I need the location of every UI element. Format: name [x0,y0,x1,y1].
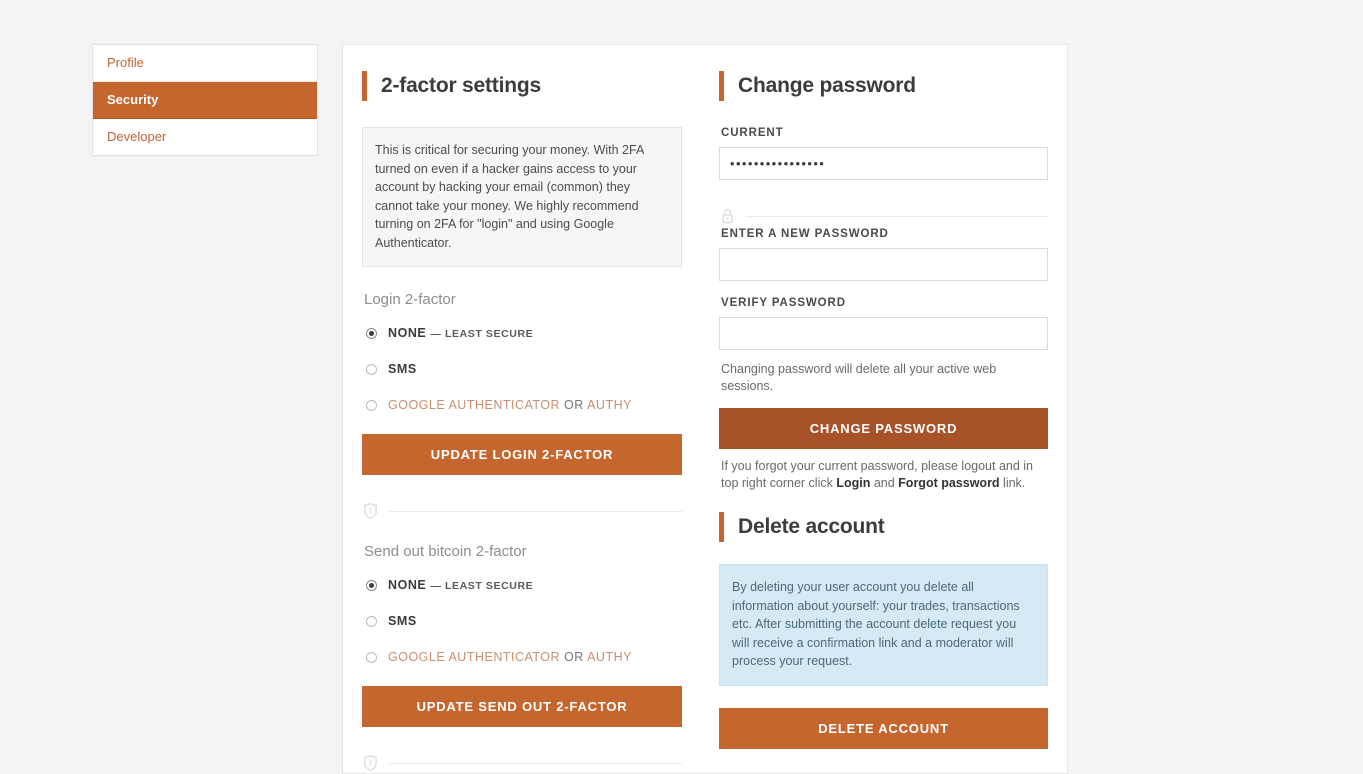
lock-icon [721,208,734,224]
two-factor-info-box: This is critical for securing your money… [362,127,683,267]
accent-bar [362,71,367,101]
new-password-label: ENTER A NEW PASSWORD [721,228,889,240]
delete-account-button[interactable]: DELETE ACCOUNT [719,707,1048,749]
sidebar-item-label: Security [107,92,159,107]
radio-label-alt: AUTHY [587,398,632,412]
footnote-text-mid: and [870,476,899,490]
login-2fa-subheading: Login 2-factor [364,291,456,308]
change-password-button[interactable]: CHANGE PASSWORD [719,408,1048,449]
radio-indicator[interactable] [366,579,377,591]
delete-account-info-box: By deleting your user account you delete… [719,564,1048,686]
divider-line [389,510,683,512]
radio-label-or: OR [564,650,584,664]
radio-label: GOOGLE AUTHENTICATOR OR AUTHY [388,650,632,664]
shield-divider [364,503,683,519]
radio-sendout-google-authenticator[interactable]: GOOGLE AUTHENTICATOR OR AUTHY [366,650,682,664]
radio-login-google-authenticator[interactable]: GOOGLE AUTHENTICATOR OR AUTHY [366,398,682,412]
radio-label: GOOGLE AUTHENTICATOR OR AUTHY [388,398,632,412]
page-root: Profile Security Developer 2-factor sett… [0,0,1363,774]
radio-indicator[interactable] [366,651,377,663]
radio-label-main: GOOGLE AUTHENTICATOR [388,398,561,412]
radio-indicator[interactable] [366,399,377,411]
radio-sendout-sms[interactable]: SMS [366,614,682,628]
radio-label-main: NONE [388,578,427,592]
verify-password-label: VERIFY PASSWORD [721,297,846,309]
radio-label-suffix: — LEAST SECURE [430,328,534,340]
divider-line [389,762,683,764]
radio-indicator[interactable] [366,363,377,375]
shield-icon [364,503,377,519]
radio-login-sms[interactable]: SMS [366,362,682,376]
sidebar-item-label: Developer [107,129,167,144]
radio-sendout-none[interactable]: NONE — LEAST SECURE [366,578,682,592]
radio-label-suffix: — LEAST SECURE [430,580,534,592]
sidebar-item-profile[interactable]: Profile [93,45,317,82]
change-password-helper: Changing password will delete all your a… [721,362,997,393]
settings-sidebar: Profile Security Developer [92,44,318,156]
login-link[interactable]: Login [836,476,870,490]
sendout-2fa-subheading: Send out bitcoin 2-factor [364,543,527,560]
forgot-password-footnote: If you forgot your current password, ple… [721,458,1048,492]
delete-account-heading: Delete account [719,512,1048,542]
radio-label-main: GOOGLE AUTHENTICATOR [388,650,561,664]
sidebar-item-security[interactable]: Security [93,82,317,119]
current-password-label: CURRENT [721,127,784,139]
forgot-password-link[interactable]: Forgot password [898,476,999,490]
lock-divider [721,208,1048,224]
radio-indicator[interactable] [366,615,377,627]
two-factor-column: 2-factor settings This is critical for s… [343,45,712,773]
section-title: Change password [738,74,916,97]
section-title: Delete account [738,515,885,538]
radio-label: SMS [388,362,417,376]
two-factor-heading: 2-factor settings [362,71,682,101]
accent-bar [719,71,725,101]
shield-divider-bottom [364,755,683,771]
sidebar-item-developer[interactable]: Developer [93,119,317,155]
accent-bar [719,512,725,542]
change-password-heading: Change password [719,71,1048,101]
verify-password-input[interactable] [719,317,1048,350]
password-column: Change password CURRENT ENTER A NEW PASS… [712,45,1067,773]
current-password-input[interactable] [719,147,1048,180]
radio-label-alt: AUTHY [587,650,632,664]
radio-label: NONE — LEAST SECURE [388,578,533,592]
sidebar-item-label: Profile [107,55,144,70]
radio-indicator[interactable] [366,327,377,339]
radio-label: NONE — LEAST SECURE [388,326,533,340]
update-sendout-2factor-button[interactable]: UPDATE SEND OUT 2-FACTOR [362,686,683,727]
shield-icon [364,755,377,771]
radio-label: SMS [388,614,417,628]
radio-login-none[interactable]: NONE — LEAST SECURE [366,326,682,340]
new-password-input[interactable] [719,248,1048,281]
divider-line [746,215,1048,217]
radio-label-main: NONE [388,326,427,340]
update-login-2factor-button[interactable]: UPDATE LOGIN 2-FACTOR [362,434,683,475]
page-title: 2-factor settings [381,74,541,97]
radio-label-or: OR [564,398,584,412]
footnote-text-post: link. [999,476,1026,490]
settings-card: 2-factor settings This is critical for s… [342,44,1068,774]
